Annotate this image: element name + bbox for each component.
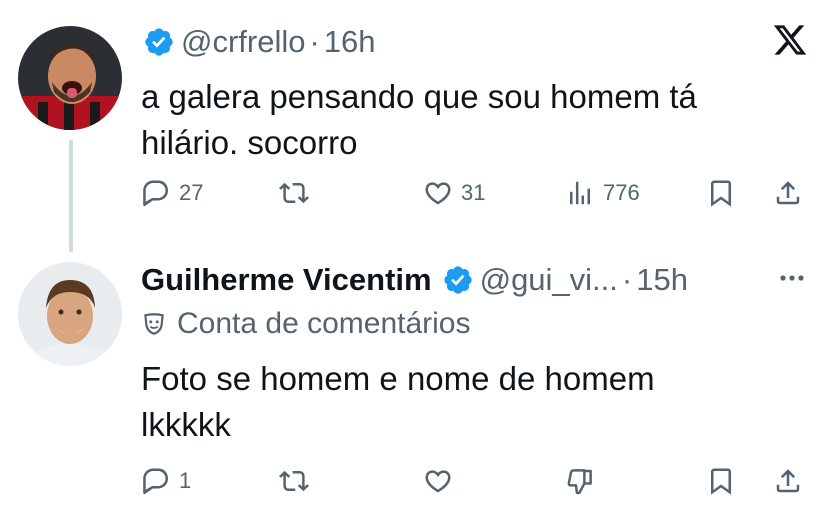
tweet-header: Guilherme Vicentim @gui_vi... · 15h — [141, 260, 808, 300]
share-button[interactable] — [773, 173, 803, 213]
share-icon — [776, 469, 800, 493]
bookmark-icon — [711, 468, 731, 495]
account-context-label: Conta de comentários — [141, 304, 808, 344]
reply-button[interactable]: 27 — [141, 173, 203, 213]
tweet-2[interactable]: Guilherme Vicentim @gui_vi... · 15h Cont… — [141, 260, 808, 448]
tweet-text-line: Foto se homem e nome de homem — [141, 360, 655, 397]
retweet-icon — [279, 182, 309, 204]
reply-count: 27 — [179, 180, 204, 205]
retweet-icon — [279, 470, 309, 492]
tweet-timestamp[interactable]: 16h — [324, 24, 376, 60]
tweet-text-line: lkkkkk — [141, 406, 231, 443]
separator-dot: · — [309, 24, 320, 59]
tweet-1-action-bar: 27 31 776 — [141, 173, 810, 213]
bookmark-icon — [711, 180, 731, 207]
dislike-button[interactable] — [565, 461, 595, 501]
reply-count: 1 — [179, 468, 192, 493]
views-chart-icon — [570, 181, 590, 205]
context-label-text: Conta de comentários — [177, 307, 471, 340]
heart-icon — [425, 182, 451, 205]
view-count: 776 — [603, 180, 640, 205]
bookmark-button[interactable] — [706, 461, 736, 501]
avatar-crfrello[interactable] — [18, 26, 122, 130]
user-handle[interactable]: @crfrello — [181, 24, 305, 60]
verified-badge-icon — [443, 266, 472, 294]
like-button[interactable] — [423, 461, 453, 501]
views-button[interactable]: 776 — [565, 173, 640, 213]
tweet-timestamp[interactable]: 15h — [636, 262, 688, 298]
separator-dot: · — [621, 262, 633, 297]
tweet-text: Foto se homem e nome de homem lkkkkk — [141, 356, 808, 448]
like-count: 31 — [461, 180, 486, 205]
reply-icon — [143, 180, 169, 207]
tweet-header: @crfrello · 16h — [141, 22, 808, 62]
thread-connector-line — [69, 140, 73, 252]
thumbs-down-icon — [567, 469, 592, 495]
tweet-2-action-bar: 1 — [141, 461, 810, 501]
tweet-1[interactable]: @crfrello · 16h a galera pensando que so… — [141, 22, 808, 166]
avatar-guilherme-vicentim[interactable] — [18, 262, 122, 366]
display-name[interactable]: Guilherme Vicentim — [141, 262, 432, 298]
share-button[interactable] — [773, 461, 803, 501]
bookmark-button[interactable] — [706, 173, 736, 213]
theater-mask-icon — [144, 313, 164, 335]
tweet-text-line: a galera pensando que sou homem tá — [141, 78, 697, 115]
retweet-button[interactable] — [279, 461, 309, 501]
retweet-button[interactable] — [279, 173, 309, 213]
verified-badge-icon — [145, 28, 173, 56]
tweet-text: a galera pensando que sou homem tá hilár… — [141, 74, 808, 166]
more-options-icon[interactable] — [776, 268, 808, 288]
reply-icon — [143, 468, 169, 495]
reply-button[interactable]: 1 — [141, 461, 191, 501]
user-handle[interactable]: @gui_vi... — [480, 262, 618, 298]
tweet-text-line: hilário. socorro — [141, 124, 358, 161]
heart-icon — [425, 470, 451, 493]
like-button[interactable]: 31 — [423, 173, 485, 213]
share-icon — [776, 181, 800, 205]
